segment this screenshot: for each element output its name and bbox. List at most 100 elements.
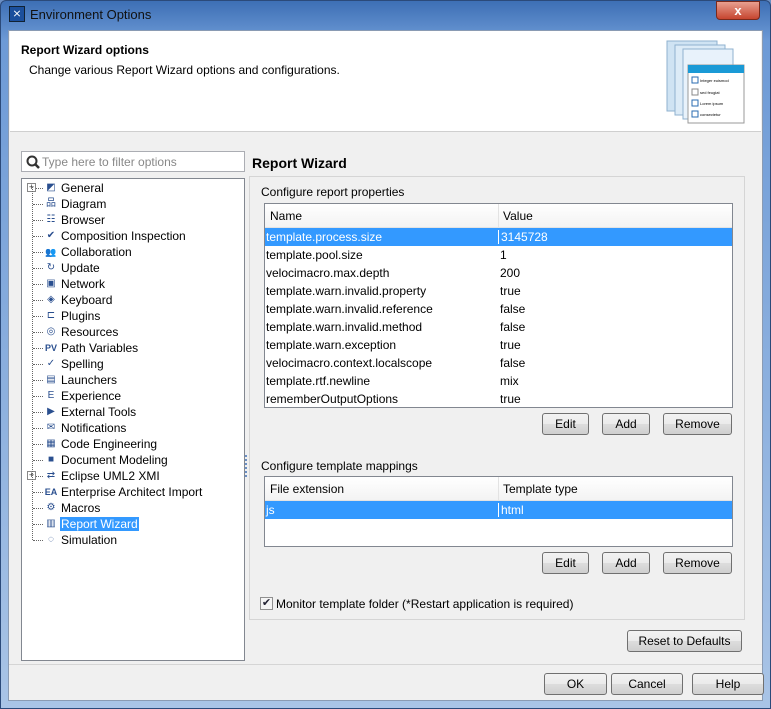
table-row[interactable]: template.warn.invalid.reference false (265, 300, 732, 318)
tree-item-label: Simulation (61, 533, 118, 547)
mappings-edit-button[interactable]: Edit (542, 552, 589, 574)
tree-item-launchers[interactable]: ▤ Launchers (22, 372, 244, 388)
tree-item-notifications[interactable]: ✉ Notifications (22, 420, 244, 436)
browser-icon: ☷ (46, 214, 56, 225)
table-header: Name Value (265, 204, 732, 228)
tree-item-path-variables[interactable]: PV Path Variables (22, 340, 244, 356)
table-header: File extension Template type (265, 477, 732, 501)
plugin-icon: ⊏ (46, 310, 56, 321)
tree-item-label: Document Modeling (61, 453, 168, 467)
tree-connector (33, 236, 43, 237)
table-row[interactable]: velocimacro.max.depth 200 (265, 264, 732, 282)
cell-value: true (500, 284, 521, 298)
tree-item-collaboration[interactable]: 👥 Collaboration (22, 244, 244, 260)
table-row[interactable]: template.warn.invalid.method false (265, 318, 732, 336)
column-header-name[interactable]: Name (270, 209, 302, 223)
tree-item-keyboard[interactable]: ◈ Keyboard (22, 292, 244, 308)
reset-to-defaults-button[interactable]: Reset to Defaults (627, 630, 742, 652)
tree-item-general[interactable]: + ◩ General (22, 180, 244, 196)
filter-input[interactable] (42, 154, 240, 169)
mappings-remove-button[interactable]: Remove (663, 552, 732, 574)
table-row[interactable]: js html (265, 501, 732, 519)
tree-connector (33, 300, 43, 301)
monitor-folder-checkbox[interactable]: ✔ (260, 597, 273, 610)
cell-name: template.rtf.newline (266, 374, 371, 388)
table-row[interactable]: template.warn.invalid.property true (265, 282, 732, 300)
tree-connector (33, 444, 43, 445)
tree-item-label: Keyboard (61, 293, 113, 307)
tree-item-spelling[interactable]: ✓ Spelling (22, 356, 244, 372)
properties-label: Configure report properties (261, 185, 405, 199)
tree-connector (33, 204, 43, 205)
cell-name: js (266, 503, 275, 517)
tree-item-composition-inspection[interactable]: ✔ Composition Inspection (22, 228, 244, 244)
tree-item-plugins[interactable]: ⊏ Plugins (22, 308, 244, 324)
column-header-template-type[interactable]: Template type (503, 482, 578, 496)
cell-value: false (500, 302, 526, 316)
tree-item-macros[interactable]: ⚙ Macros (22, 500, 244, 516)
cell-name: template.warn.invalid.property (266, 284, 427, 298)
close-button[interactable]: x (716, 1, 760, 20)
tree-item-code-engineering[interactable]: ▦ Code Engineering (22, 436, 244, 452)
tree-connector (33, 412, 43, 413)
properties-table[interactable]: Name Value template.process.size 3145728 t… (264, 203, 733, 408)
tree-item-update[interactable]: ↻ Update (22, 260, 244, 276)
monitor-folder-label[interactable]: Monitor template folder (*Restart applic… (276, 597, 573, 611)
tree-item-label: Eclipse UML2 XMI (61, 469, 160, 483)
mappings-add-button[interactable]: Add (602, 552, 650, 574)
column-header-value[interactable]: Value (503, 209, 533, 223)
properties-remove-button[interactable]: Remove (663, 413, 732, 435)
tree-item-label: Composition Inspection (61, 229, 186, 243)
header-description: Change various Report Wizard options and… (29, 63, 340, 77)
window-title: Environment Options (30, 7, 152, 22)
column-header-extension[interactable]: File extension (270, 482, 344, 496)
app-icon: ⨯ (9, 6, 25, 22)
tree-connector (33, 332, 43, 333)
resources-icon: ◎ (46, 326, 56, 337)
cell-name: rememberOutputOptions (266, 392, 399, 406)
table-row[interactable]: template.pool.size 1 (265, 246, 732, 264)
keyboard-icon: ◈ (47, 294, 55, 305)
properties-edit-button[interactable]: Edit (542, 413, 589, 435)
table-row[interactable]: template.rtf.newline mix (265, 372, 732, 390)
report-wizard-illustration-icon: Integer euismod sed feugiat Lorem ipsum … (666, 40, 745, 124)
cancel-button[interactable]: Cancel (611, 673, 683, 695)
tree-item-label: Report Wizard (60, 517, 139, 531)
tree-item-eclipse-uml2-xmi[interactable]: + ⇄ Eclipse UML2 XMI (22, 468, 244, 484)
footer-divider (9, 664, 762, 665)
tree-item-label: Browser (61, 213, 106, 227)
eclipse-uml2-icon: ⇄ (46, 470, 56, 481)
tree-item-report-wizard[interactable]: ▥ Report Wizard (22, 516, 244, 532)
tree-item-diagram[interactable]: 品 Diagram (22, 196, 244, 212)
mappings-table[interactable]: File extension Template type js html (264, 476, 733, 547)
filter-field[interactable] (21, 151, 245, 172)
help-button[interactable]: Help (692, 673, 764, 695)
svg-text:consectetur: consectetur (700, 112, 721, 117)
properties-add-button[interactable]: Add (602, 413, 650, 435)
tree-connector (33, 220, 43, 221)
tree-connector (33, 316, 43, 317)
tree-guide-line (32, 187, 33, 540)
tree-item-document-modeling[interactable]: ■ Document Modeling (22, 452, 244, 468)
tree-item-external-tools[interactable]: ▶ External Tools (22, 404, 244, 420)
tree-item-resources[interactable]: ◎ Resources (22, 324, 244, 340)
table-row[interactable]: velocimacro.context.localscope false (265, 354, 732, 372)
table-row[interactable]: rememberOutputOptions true (265, 390, 732, 408)
splitter-handle[interactable] (245, 455, 248, 477)
tree-connector (33, 380, 43, 381)
ok-button[interactable]: OK (544, 673, 607, 695)
tree-item-enterprise-architect-import[interactable]: EA Enterprise Architect Import (22, 484, 244, 500)
cell-name: template.process.size (266, 230, 383, 244)
tree-item-network[interactable]: ▣ Network (22, 276, 244, 292)
table-row[interactable]: template.process.size 3145728 (265, 228, 732, 246)
options-tree[interactable]: + ◩ General 品 Diagram ☷ Browser ✔ Composition In… (21, 178, 245, 661)
table-row[interactable]: template.warn.exception true (265, 336, 732, 354)
tree-item-simulation[interactable]: ◌ Simulation (22, 532, 244, 548)
tree-item-label: Enterprise Architect Import (61, 485, 203, 499)
tree-connector (33, 492, 43, 493)
tree-item-experience[interactable]: E Experience (22, 388, 244, 404)
tree-item-browser[interactable]: ☷ Browser (22, 212, 244, 228)
cell-value: 200 (500, 266, 521, 280)
title-bar[interactable]: ⨯ Environment Options x (0, 0, 771, 30)
tree-item-label: Network (61, 277, 106, 291)
